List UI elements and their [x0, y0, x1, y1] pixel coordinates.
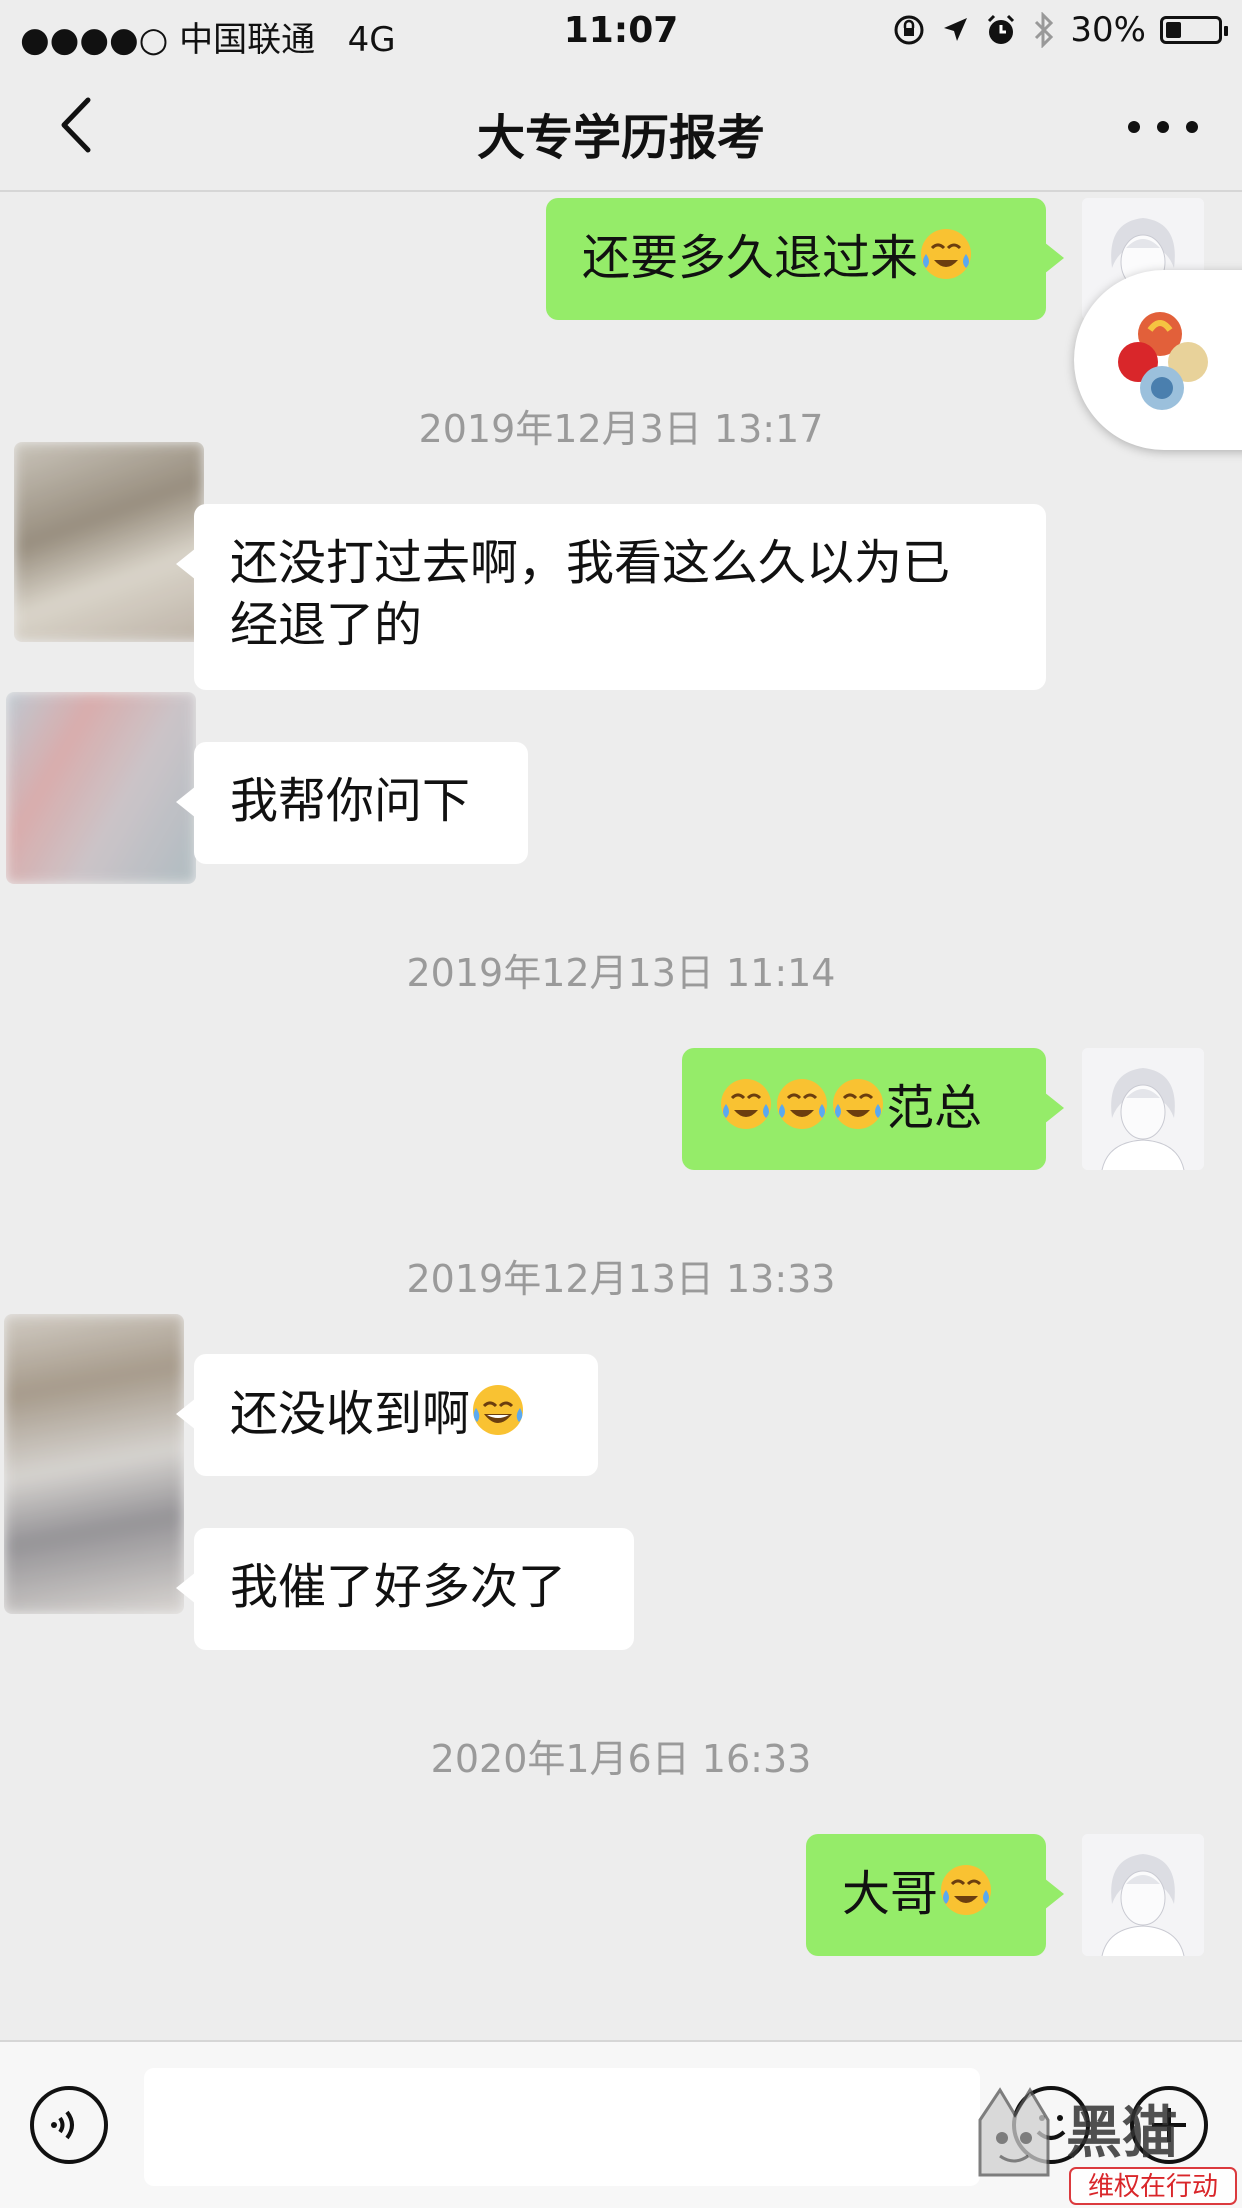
message-bubble-received[interactable]: 还没收到啊	[176, 1354, 598, 1476]
message-text: 我帮你问下	[230, 773, 471, 829]
avatar-contact[interactable]	[4, 1314, 184, 1614]
avatar-contact[interactable]	[14, 442, 204, 642]
laughing-crying-emoji	[938, 1862, 994, 1918]
app-badges-icon	[1118, 312, 1208, 410]
avatar-me[interactable]	[1082, 1048, 1204, 1170]
laughing-crying-emoji	[718, 1076, 774, 1132]
chat-history[interactable]: 还要多久退过来 2019年12月3日 13:17 还没打过去啊，我看这么久以为已…	[0, 192, 1242, 2042]
battery-icon	[1160, 16, 1228, 44]
avatar-me[interactable]	[1082, 1834, 1204, 1956]
message-text: 还没收到啊	[230, 1386, 471, 1442]
laughing-crying-emoji	[918, 226, 974, 282]
message-text: 我催了好多次了	[230, 1559, 567, 1615]
avatar-contact[interactable]	[6, 692, 196, 884]
message-bubble-sent[interactable]: 大哥	[806, 1834, 1064, 1956]
message-timestamp: 2019年12月13日 13:33	[406, 1257, 836, 1301]
status-bar: ●●●●○ 中国联通 4G 11:07 30%	[0, 0, 1242, 62]
message-bubble-received[interactable]: 还没打过去啊，我看这么久以为已 经退了的	[176, 504, 1046, 690]
watermark-logo-text: 黑猫	[1066, 2101, 1178, 2164]
more-options-icon[interactable]	[1128, 102, 1198, 152]
message-text-line: 还没打过去啊，我看这么久以为已	[230, 535, 951, 591]
message-bubble-sent[interactable]: 还要多久退过来	[546, 198, 1064, 320]
message-bubble-received[interactable]: 我帮你问下	[176, 742, 528, 864]
message-text-line: 经退了的	[230, 597, 423, 653]
message-text: 大哥	[842, 1866, 939, 1922]
battery-fill	[1166, 22, 1181, 38]
voice-input-icon[interactable]	[30, 2086, 108, 2164]
watermark-sub-text: 维权在行动	[1088, 2171, 1218, 2201]
laughing-crying-emoji	[830, 1076, 886, 1132]
battery-percent: 30%	[1070, 10, 1146, 50]
bluetooth-icon	[1035, 12, 1054, 48]
floating-app-widget[interactable]	[1074, 270, 1242, 450]
tears-of-joy-emoji	[470, 1382, 526, 1438]
chat-title: 大专学历报考	[476, 110, 765, 166]
message-bubble-received[interactable]: 我催了好多次了	[176, 1528, 634, 1650]
laughing-crying-emoji	[774, 1076, 830, 1132]
message-timestamp: 2020年1月6日 16:33	[430, 1737, 812, 1781]
message-input[interactable]	[144, 2068, 980, 2186]
message-timestamp: 2019年12月13日 11:14	[406, 951, 836, 995]
location-arrow-icon	[944, 18, 968, 41]
black-cat-watermark-logo: 黑猫 维权在行动	[978, 2087, 1237, 2205]
alarm-clock-icon	[988, 14, 1015, 44]
status-icons: 30%	[892, 10, 1228, 50]
orientation-lock-icon	[894, 15, 924, 45]
navigation-bar: 大专学历报考	[0, 62, 1242, 192]
message-text: 范总	[886, 1080, 983, 1136]
message-text: 还要多久退过来	[582, 230, 919, 286]
message-bubble-sent[interactable]: 范总	[682, 1048, 1064, 1170]
